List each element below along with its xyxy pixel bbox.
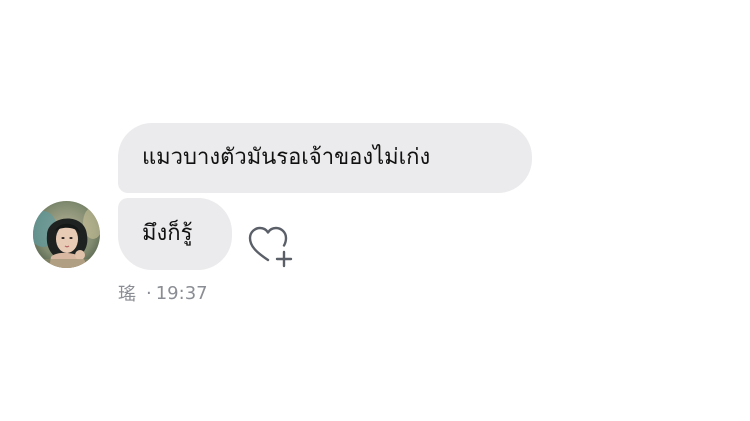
heart-add-icon[interactable]: [247, 223, 293, 269]
message-bubble[interactable]: มึงก็รู้: [118, 198, 232, 270]
avatar-image: [33, 201, 100, 268]
heart-add-icon-graphic: [248, 226, 293, 268]
message-meta: 瑤 · 19:37: [118, 280, 208, 306]
message-text: มึงก็รู้: [142, 221, 193, 246]
sender-avatar[interactable]: [33, 201, 100, 268]
message-bubble[interactable]: แมวบางตัวมันรอเจ้าของไม่เก่ง: [118, 123, 532, 193]
sender-name[interactable]: 瑤: [118, 280, 136, 306]
message-text: แมวบางตัวมันรอเจ้าของไม่เก่ง: [142, 145, 431, 170]
meta-separator: ·: [146, 282, 152, 304]
message-timestamp: 19:37: [155, 282, 208, 304]
